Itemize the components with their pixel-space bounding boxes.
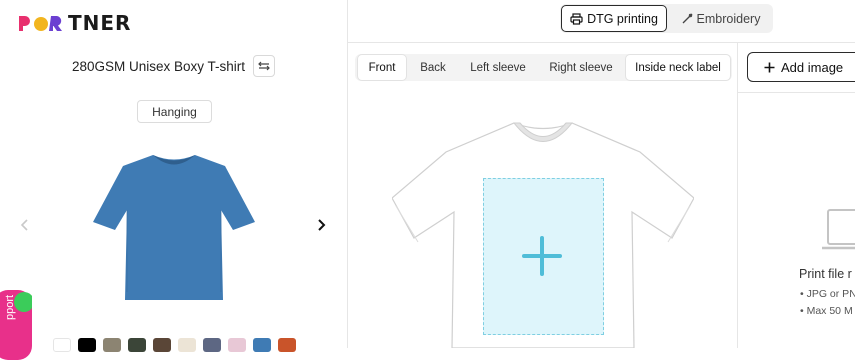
view-mode-button[interactable]: Hanging [137, 100, 212, 123]
print-file-requirement: • Max 50 M [800, 305, 853, 317]
tab-left-sleeve[interactable]: Left sleeve [462, 54, 534, 81]
support-label: pport [4, 294, 16, 320]
print-file-title: Print file r [799, 267, 852, 281]
color-swatch[interactable] [278, 338, 296, 352]
tab-back[interactable]: Back [410, 54, 456, 81]
monitor-icon [822, 209, 855, 250]
color-swatch[interactable] [153, 338, 171, 352]
product-name: 280GSM Unisex Boxy T-shirt [71, 58, 246, 74]
color-swatch[interactable] [53, 338, 71, 352]
tab-front[interactable]: Front [357, 54, 407, 81]
prev-image-icon[interactable] [19, 218, 31, 232]
tab-dtg-label: DTG printing [587, 11, 658, 26]
color-swatch[interactable] [203, 338, 221, 352]
color-swatch-selected[interactable] [253, 338, 271, 352]
color-swatch[interactable] [78, 338, 96, 352]
logo-mark [18, 14, 64, 32]
product-panel: TNER 280GSM Unisex Boxy T-shirt Hanging [0, 0, 348, 360]
right-panel-divider [737, 43, 738, 348]
plus-icon [764, 62, 775, 72]
product-image [93, 155, 255, 300]
color-swatches [53, 338, 296, 352]
tab-right-sleeve[interactable]: Right sleeve [541, 54, 621, 81]
needle-icon [682, 13, 692, 24]
color-swatch[interactable] [228, 338, 246, 352]
add-image-button[interactable]: Add image [747, 52, 855, 82]
tab-dtg-printing[interactable]: DTG printing [561, 5, 667, 32]
add-design-icon[interactable] [522, 236, 562, 276]
change-product-button[interactable] [253, 55, 276, 77]
tab-embroidery[interactable]: Embroidery [672, 5, 770, 32]
logo-text: TNER [68, 11, 132, 35]
color-swatch[interactable] [103, 338, 121, 352]
tab-inside-neck-label[interactable]: Inside neck label [625, 54, 731, 81]
tab-embroidery-label: Embroidery [696, 11, 761, 26]
printer-icon [570, 12, 583, 25]
color-swatch[interactable] [178, 338, 196, 352]
partner-logo[interactable]: TNER [18, 10, 131, 36]
color-swatch[interactable] [128, 338, 146, 352]
right-header-divider [738, 92, 855, 93]
header-divider [348, 42, 855, 43]
print-file-requirement: • JPG or PN [800, 288, 855, 300]
next-image-icon[interactable] [315, 218, 327, 232]
swap-icon [258, 61, 270, 71]
product-title-row: 280GSM Unisex Boxy T-shirt [0, 55, 347, 77]
add-image-label: Add image [781, 59, 844, 75]
